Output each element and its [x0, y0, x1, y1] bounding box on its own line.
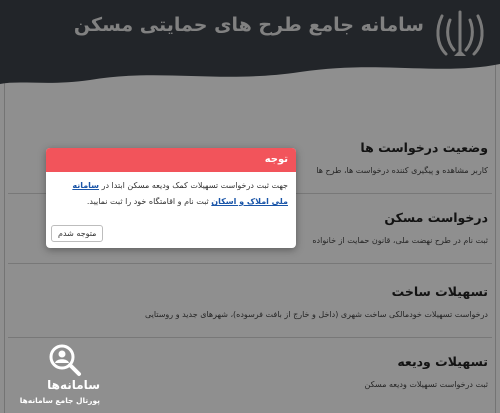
watermark-subtitle: پورتال جامع سامانه‌ها [19, 396, 100, 405]
notice-modal: توجه جهت ثبت درخواست تسهیلات کمک ودیعه م… [46, 148, 296, 248]
watermark-logo: سامانه‌ها پورتال جامع سامانه‌ها [19, 338, 102, 412]
modal-text-before: جهت ثبت درخواست تسهیلات کمک ودیعه مسکن ا… [101, 181, 288, 190]
magnifier-logo-icon [49, 344, 81, 376]
watermark-name: سامانه‌ها [47, 378, 100, 392]
page: سامانه جامع طرح های حمایتی مسکن وضعیت در… [0, 0, 500, 413]
modal-text-after: ثبت نام و اقامتگاه خود را ثبت نمایید. [86, 197, 209, 206]
modal-body: جهت ثبت درخواست تسهیلات کمک ودیعه مسکن ا… [46, 172, 296, 210]
modal-title: توجه [46, 148, 296, 172]
acknowledge-button[interactable]: متوجه شدم [51, 225, 104, 242]
